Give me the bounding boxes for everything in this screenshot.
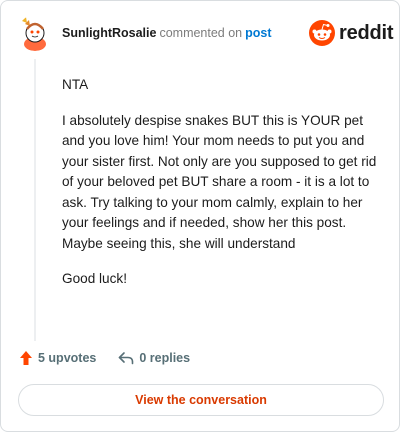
reply-count: 0 replies [139, 351, 191, 365]
avatar[interactable] [17, 15, 53, 51]
upvote-button[interactable]: 5 upvotes [19, 350, 96, 366]
username-link[interactable]: SunlightRosalie [62, 26, 156, 40]
reply-arrow-icon [119, 352, 134, 365]
comment-paragraph: I absolutely despise snakes BUT this is … [62, 112, 377, 251]
comment-body: NTA I absolutely despise snakes BUT this… [62, 75, 380, 305]
thread-line [34, 59, 36, 341]
comment-header: SunlightRosalie commented on post [62, 25, 272, 41]
reddit-wordmark: reddit [339, 21, 394, 44]
embedded-comment-card: SunlightRosalie commented on post reddit N… [0, 0, 400, 432]
commented-on-text: commented on [159, 26, 243, 40]
comment-paragraph: NTA [62, 77, 89, 92]
upvote-arrow-icon [20, 351, 32, 365]
avatar-icon [17, 15, 53, 51]
comment-actions: 5 upvotes 0 replies [19, 350, 190, 366]
post-link[interactable]: post [245, 26, 271, 40]
upvote-count: 5 upvotes [38, 351, 97, 365]
comment-paragraph: Good luck! [62, 271, 127, 286]
replies-button[interactable]: 0 replies [118, 351, 190, 365]
reddit-snoo-icon [309, 20, 335, 46]
reddit-logo[interactable]: reddit [309, 20, 394, 46]
view-conversation-button[interactable]: View the conversation [18, 384, 384, 416]
